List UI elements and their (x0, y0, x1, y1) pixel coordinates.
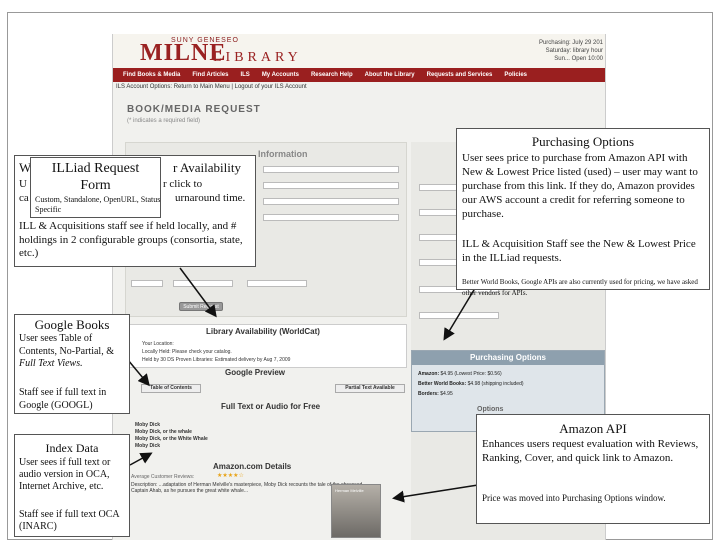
google-books-callout: Google Books User sees Table of Contents… (14, 314, 130, 414)
purchasing-callout-body1: User sees price to purchase from Amazon … (462, 152, 698, 220)
google-body-italic: Full Text Views. (19, 358, 83, 369)
index-data-title: Index Data (45, 441, 99, 455)
arrow-index (129, 452, 153, 466)
google-books-body1: User sees Table of Contents, No-Partial,… (19, 333, 131, 371)
availability-body: ILL & Acquisitions staff see if held loc… (19, 220, 243, 259)
illiad-callout: ILLiad Request Form Custom, Standalone, … (30, 157, 161, 218)
illiad-title-line1: ILLiad Request (51, 161, 140, 176)
index-data-body2: Staff see if full text OCA (INARC) (19, 509, 120, 532)
availability-line1-end: r click to (163, 178, 203, 190)
purchasing-callout-body3: Better World Books, Google APIs are also… (462, 278, 698, 297)
google-body-text: User sees Table of Contents, No-Partial,… (19, 333, 114, 357)
availability-line2-start: ca (19, 192, 29, 204)
purchasing-callout-title: Purchasing Options (531, 134, 635, 149)
purchasing-callout-body2: ILL & Acquisition Staff see the New & Lo… (462, 238, 696, 264)
arrow-google (127, 359, 150, 387)
index-data-body1: User sees if full text or audio version … (19, 457, 111, 492)
illiad-body: Custom, Standalone, OpenURL, Status Spec… (35, 195, 161, 214)
arrow-availability (179, 267, 217, 318)
illiad-title-line2: Form (80, 178, 111, 193)
index-data-callout: Index Data User sees if full text or aud… (14, 434, 130, 537)
availability-line2-end: urnaround time. (175, 192, 246, 204)
arrow-amazon (392, 484, 479, 503)
amazon-api-body1: Enhances users request evaluation with R… (482, 438, 699, 464)
availability-title-end: r Availability (173, 160, 241, 175)
google-books-body2: Staff see if full text in Google (GOOGL) (19, 387, 107, 411)
purchasing-callout: Purchasing Options User sees price to pu… (456, 128, 710, 297)
google-books-title: Google Books (34, 317, 110, 332)
amazon-api-body2: Price was moved into Purchasing Options … (482, 493, 666, 503)
availability-line1-start: U (19, 178, 27, 190)
amazon-api-title: Amazon API (559, 421, 627, 436)
amazon-api-callout: Amazon API Enhances users request evalua… (476, 414, 710, 524)
